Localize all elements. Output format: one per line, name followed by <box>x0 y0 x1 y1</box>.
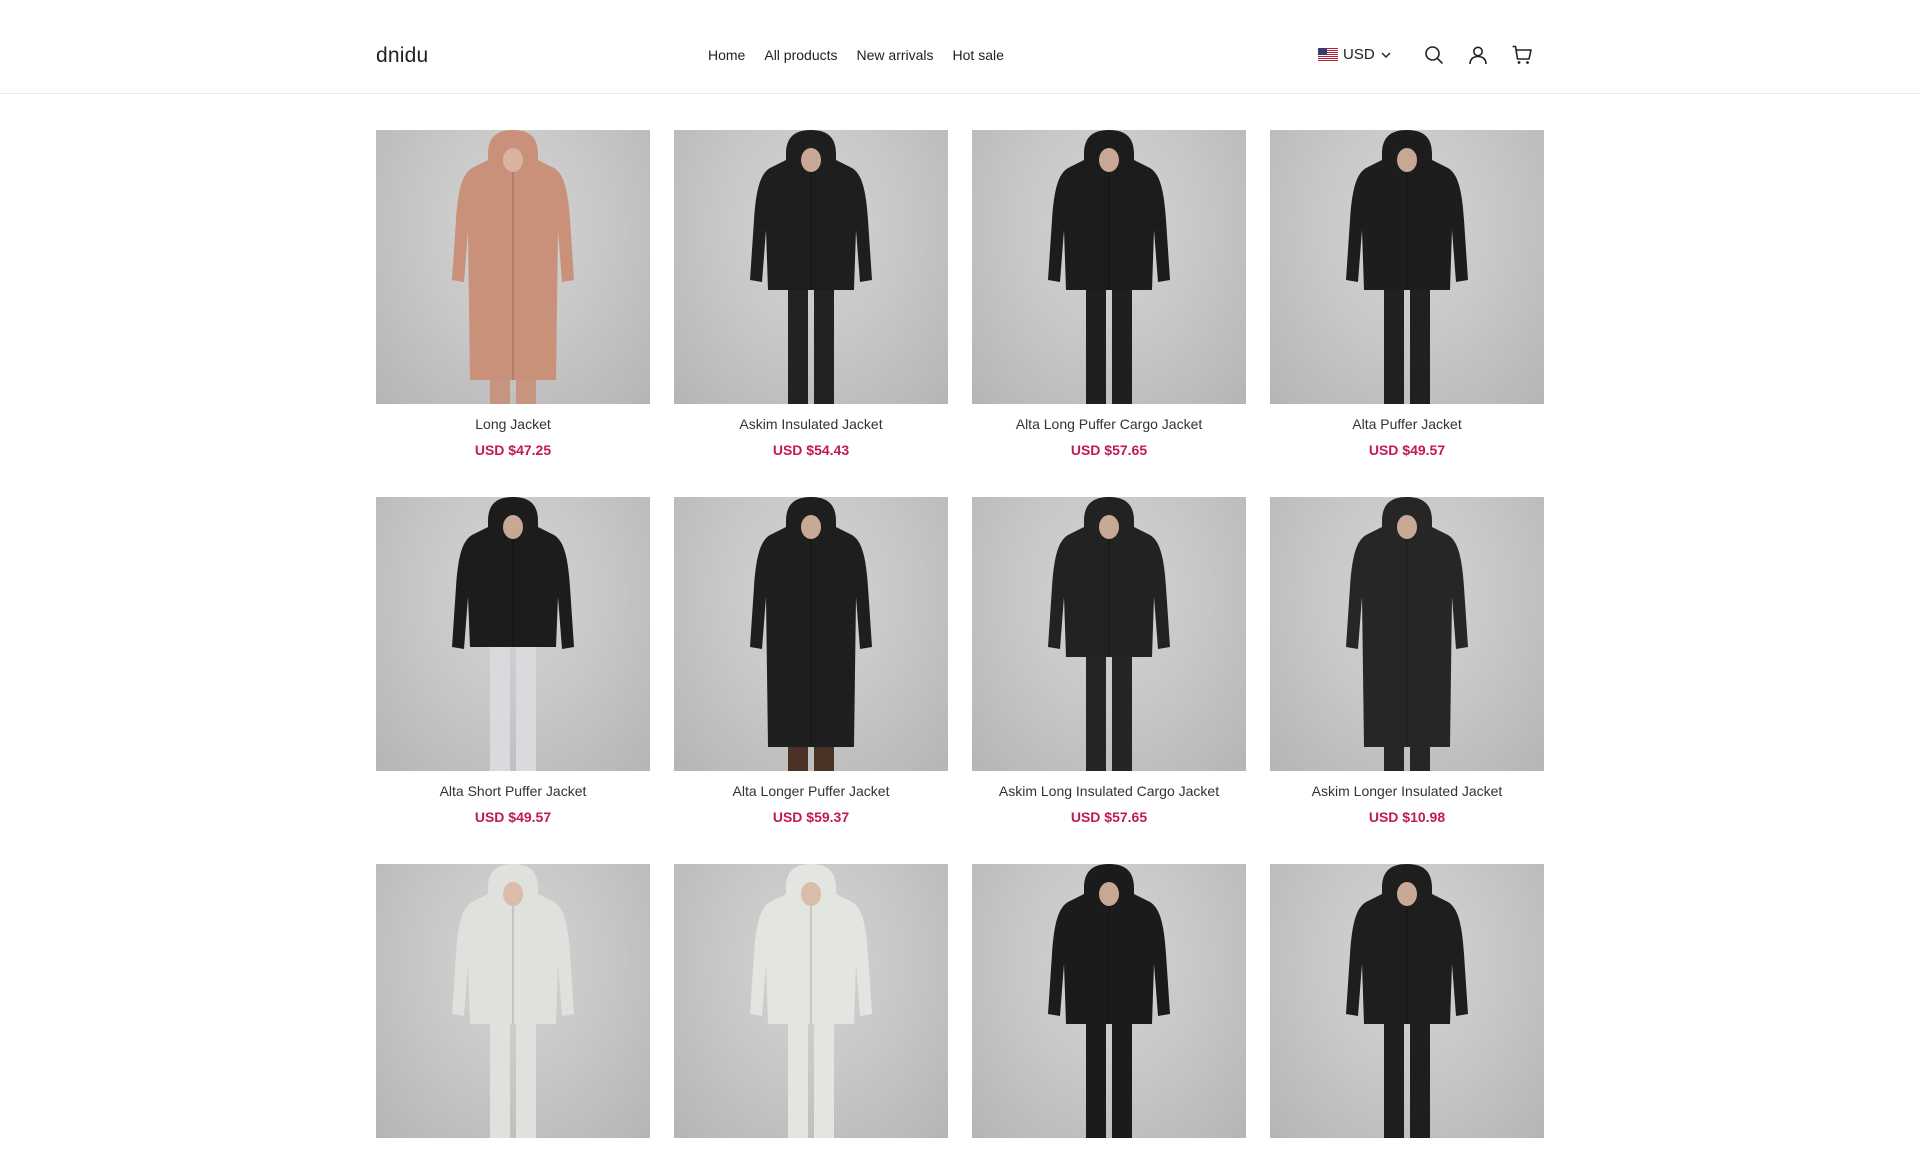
site-header: dnidu Home All products New arrivals Hot… <box>0 0 1920 94</box>
product-name[interactable]: Long Jacket <box>376 416 650 432</box>
product-figure <box>1048 864 1170 1138</box>
nav-item-new-arrivals[interactable]: New arrivals <box>857 47 934 63</box>
currency-selector[interactable]: USD <box>1318 46 1392 63</box>
product-figure <box>1048 130 1170 404</box>
product-card[interactable]: Alta Puffer Jacket USD $49.57 <box>1270 130 1544 458</box>
product-price: USD $49.57 <box>474 809 552 825</box>
product-figure <box>452 864 574 1138</box>
product-card[interactable] <box>674 864 948 1150</box>
product-image[interactable] <box>972 864 1246 1138</box>
product-price: USD $57.65 <box>1070 809 1148 825</box>
product-image[interactable] <box>674 864 948 1138</box>
product-name[interactable]: Alta Long Puffer Cargo Jacket <box>972 416 1246 432</box>
us-flag-icon <box>1318 48 1338 61</box>
product-card[interactable]: Long Jacket USD $47.25 <box>376 130 650 458</box>
search-icon[interactable] <box>1422 43 1446 67</box>
product-card[interactable]: Alta Longer Puffer Jacket USD $59.37 <box>674 497 948 825</box>
product-figure <box>1048 497 1170 771</box>
product-card[interactable]: Askim Longer Insulated Jacket USD $10.98 <box>1270 497 1544 825</box>
product-image[interactable] <box>376 864 650 1138</box>
product-figure <box>750 864 872 1138</box>
product-figure <box>750 130 872 404</box>
product-figure <box>452 130 574 404</box>
product-image[interactable] <box>1270 864 1544 1138</box>
main-nav: Home All products New arrivals Hot sale <box>708 47 1004 63</box>
product-card[interactable] <box>376 864 650 1150</box>
product-name[interactable]: Askim Long Insulated Cargo Jacket <box>972 783 1246 799</box>
product-figure <box>1346 497 1468 771</box>
product-card[interactable]: Askim Long Insulated Cargo Jacket USD $57… <box>972 497 1246 825</box>
product-image[interactable] <box>1270 497 1544 771</box>
product-name[interactable]: Askim Longer Insulated Jacket <box>1270 783 1544 799</box>
product-card[interactable]: Alta Short Puffer Jacket USD $49.57 <box>376 497 650 825</box>
currency-code: USD <box>1343 46 1375 63</box>
product-card[interactable] <box>1270 864 1544 1150</box>
product-price: USD $57.65 <box>1070 442 1148 458</box>
cart-icon[interactable] <box>1510 43 1534 67</box>
nav-item-all-products[interactable]: All products <box>764 47 837 63</box>
product-price: USD $47.25 <box>474 442 552 458</box>
product-price: USD $10.98 <box>1368 809 1446 825</box>
product-image[interactable] <box>674 130 948 404</box>
product-card[interactable]: Askim Insulated Jacket USD $54.43 <box>674 130 948 458</box>
product-figure <box>1346 864 1468 1138</box>
nav-item-home[interactable]: Home <box>708 47 745 63</box>
product-price: USD $54.43 <box>772 442 850 458</box>
product-name[interactable]: Alta Short Puffer Jacket <box>376 783 650 799</box>
nav-item-hot-sale[interactable]: Hot sale <box>953 47 1004 63</box>
product-price: USD $59.37 <box>772 809 850 825</box>
product-image[interactable] <box>1270 130 1544 404</box>
account-icon[interactable] <box>1466 43 1490 67</box>
product-card[interactable] <box>972 864 1246 1150</box>
product-name[interactable]: Askim Insulated Jacket <box>674 416 948 432</box>
product-figure <box>1346 130 1468 404</box>
product-name[interactable]: Alta Puffer Jacket <box>1270 416 1544 432</box>
product-image[interactable] <box>376 130 650 404</box>
product-price: USD $49.57 <box>1368 442 1446 458</box>
product-image[interactable] <box>674 497 948 771</box>
product-card[interactable]: Alta Long Puffer Cargo Jacket USD $57.65 <box>972 130 1246 458</box>
product-image[interactable] <box>376 497 650 771</box>
product-image[interactable] <box>972 130 1246 404</box>
product-name[interactable]: Alta Longer Puffer Jacket <box>674 783 948 799</box>
brand-logo[interactable]: dnidu <box>376 44 428 68</box>
product-figure <box>452 497 574 771</box>
product-image[interactable] <box>972 497 1246 771</box>
product-figure <box>750 497 872 771</box>
chevron-down-icon <box>1381 52 1391 58</box>
